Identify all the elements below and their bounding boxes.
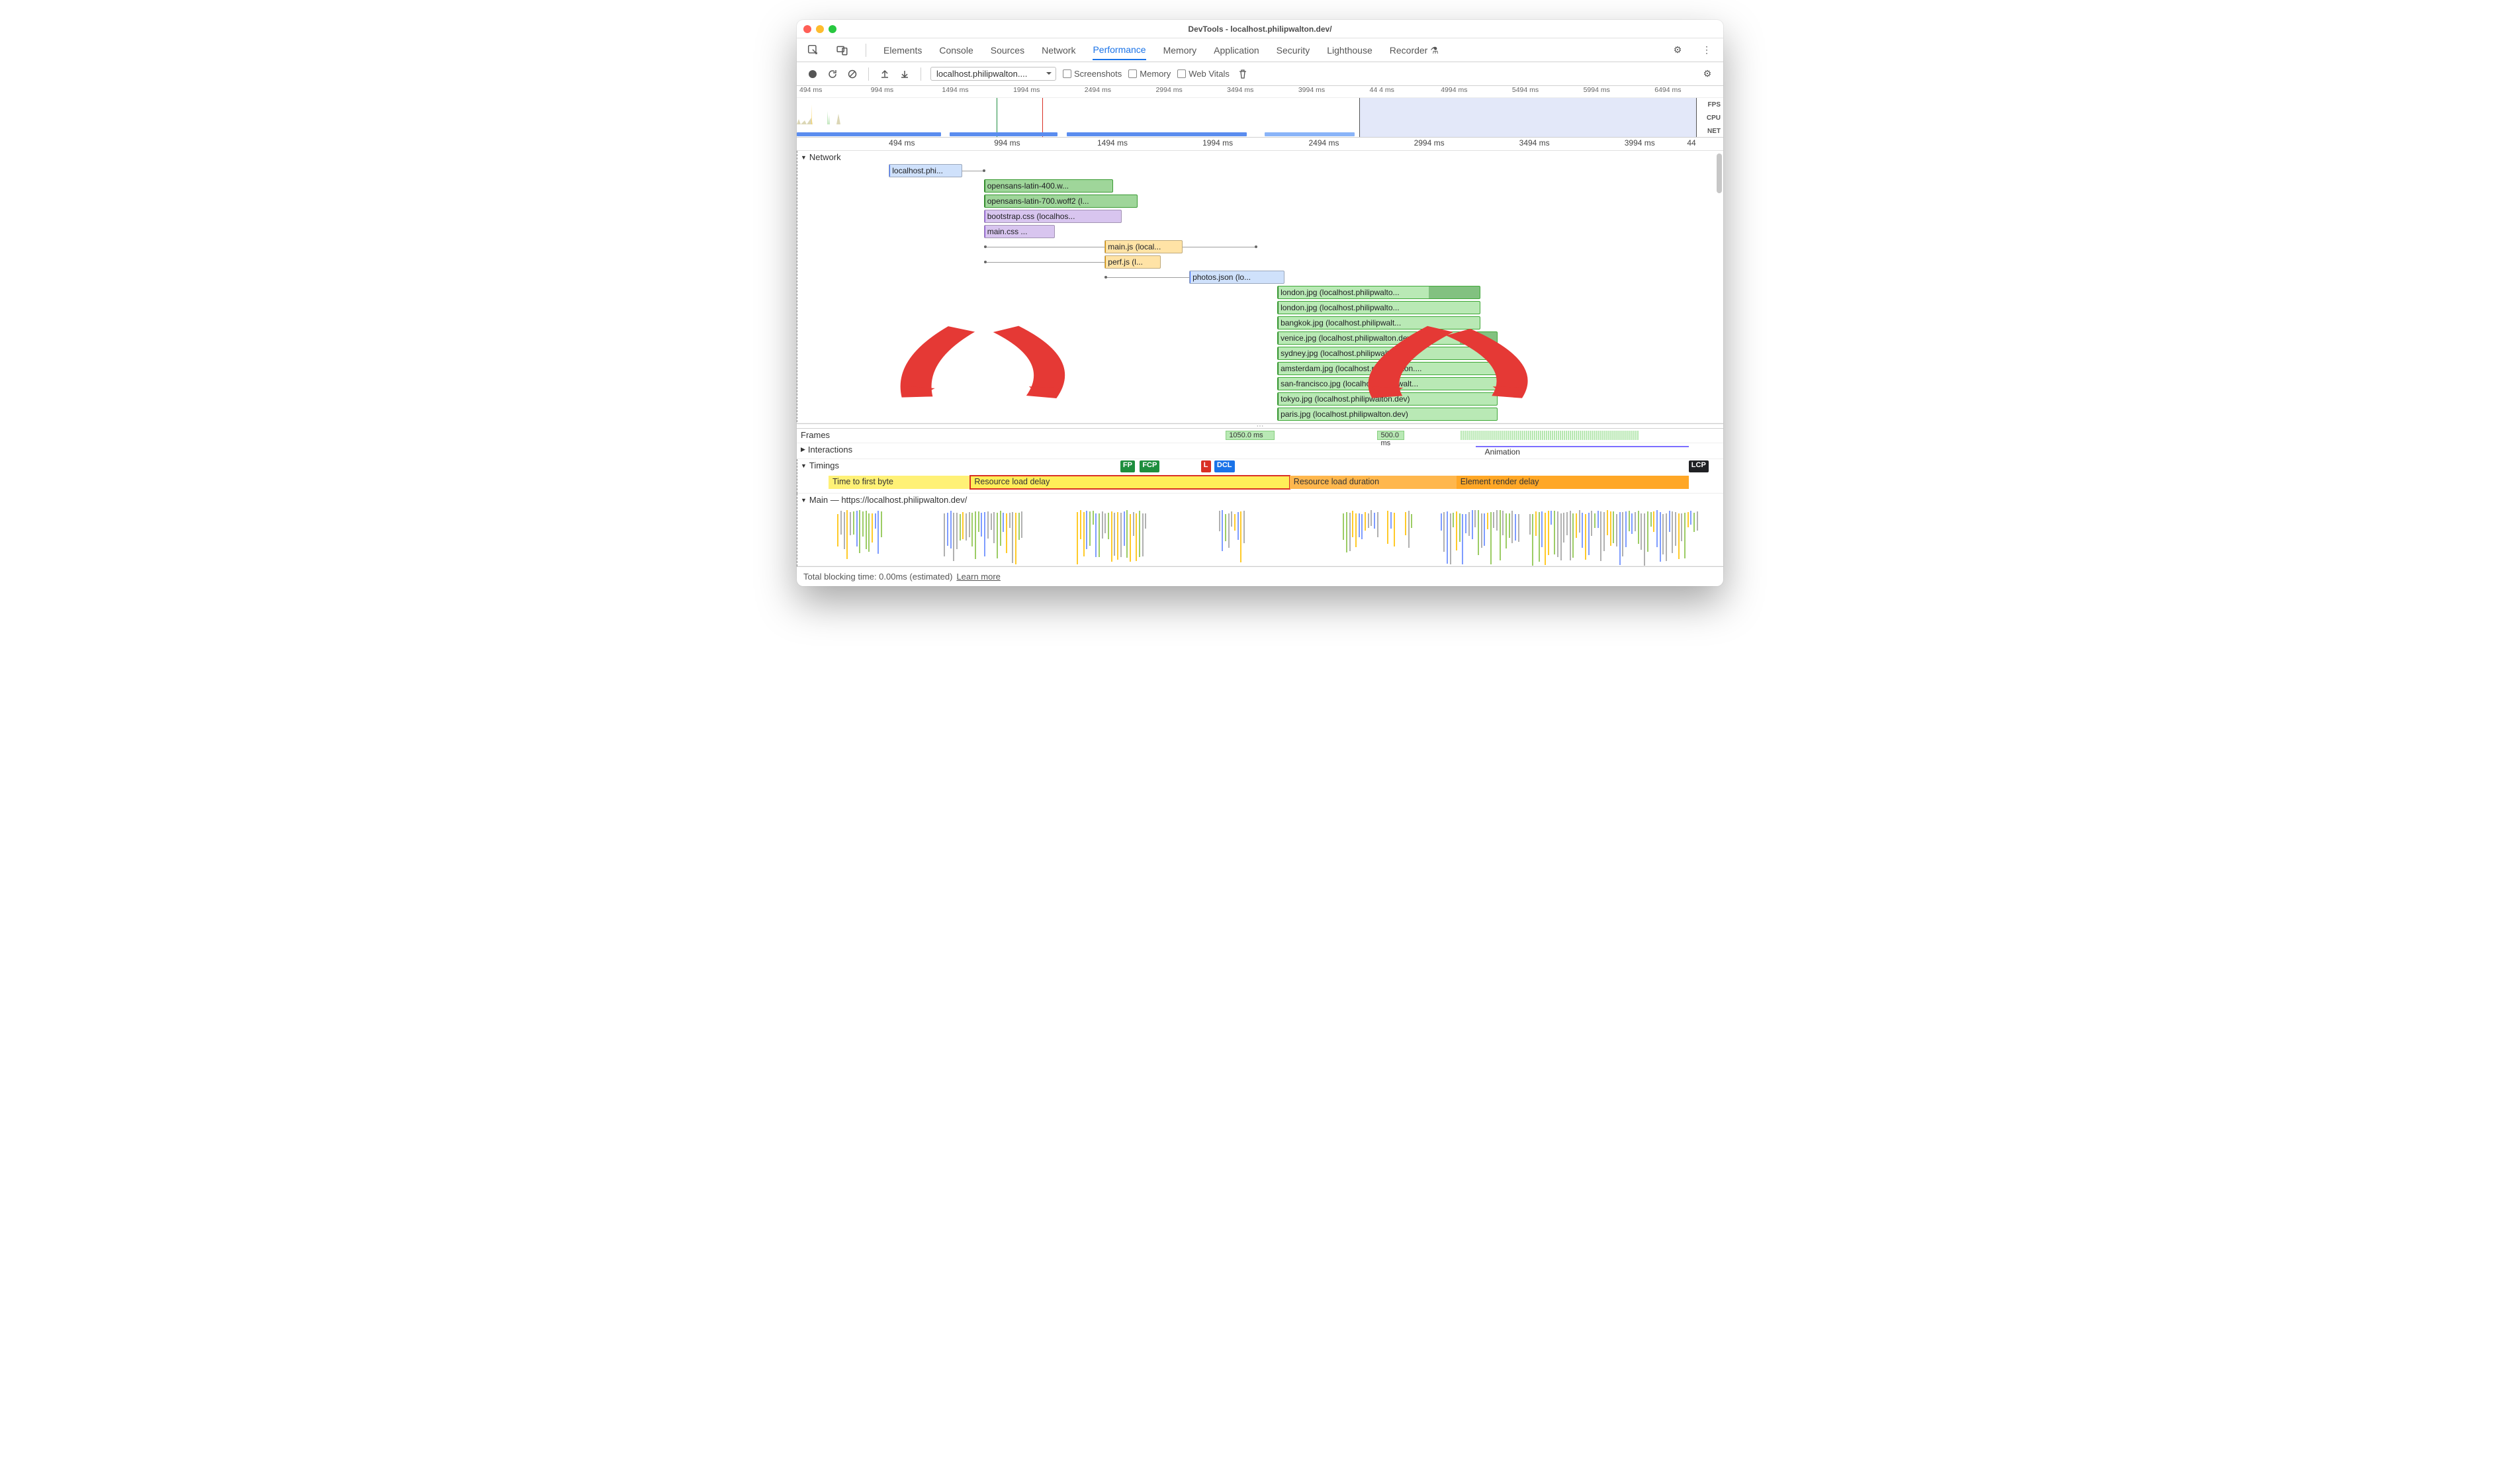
timing-flag-fcp[interactable]: FCP: [1140, 460, 1159, 472]
overview-strip[interactable]: 494 ms994 ms1494 ms1994 ms2494 ms2994 ms…: [797, 86, 1723, 138]
tab-performance[interactable]: Performance: [1093, 40, 1146, 60]
panel-settings-icon[interactable]: ⚙: [1701, 67, 1714, 81]
learn-more-link[interactable]: Learn more: [956, 572, 1000, 582]
network-track[interactable]: ▼Network localhost.phi... opensans-latin-…: [797, 151, 1723, 423]
network-request[interactable]: london.jpg (localhost.philipwalto...: [1277, 301, 1480, 314]
frames-track[interactable]: Frames 1050.0 ms500.0 ms: [797, 429, 1723, 443]
net-label: NET: [1697, 124, 1723, 138]
webvitals-checkbox[interactable]: Web Vitals: [1177, 69, 1230, 79]
network-request[interactable]: bangkok.jpg (localhost.philipwalt...: [1277, 316, 1480, 329]
tab-sources[interactable]: Sources: [991, 40, 1024, 60]
performance-toolbar: localhost.philipwalton.... Screenshots M…: [797, 62, 1723, 86]
timing-flag-l[interactable]: L: [1201, 460, 1211, 472]
network-request[interactable]: opensans-latin-700.woff2 (l...: [984, 195, 1138, 208]
devtools-window: DevTools - localhost.philipwalton.dev/ E…: [797, 20, 1723, 586]
load-profile-button[interactable]: [878, 67, 891, 81]
window-title: DevTools - localhost.philipwalton.dev/: [850, 24, 1670, 34]
memory-checkbox[interactable]: Memory: [1128, 69, 1171, 79]
fps-label: FPS: [1697, 98, 1723, 111]
network-request[interactable]: sydney.jpg (localhost.philipwalton...: [1277, 347, 1488, 360]
tab-elements[interactable]: Elements: [883, 40, 922, 60]
splitter[interactable]: ···: [797, 423, 1723, 429]
zoom-icon[interactable]: [829, 25, 836, 33]
lcp-segment[interactable]: Resource load delay: [970, 476, 1289, 489]
window-traffic-lights[interactable]: [803, 25, 850, 33]
network-request[interactable]: opensans-latin-400.w...: [984, 179, 1114, 193]
network-request[interactable]: amsterdam.jpg (localhost.philipwalton...…: [1277, 362, 1498, 375]
status-footer: Total blocking time: 0.00ms (estimated) …: [797, 566, 1723, 586]
tab-memory[interactable]: Memory: [1163, 40, 1197, 60]
network-request[interactable]: tokyo.jpg (localhost.philipwalton.dev): [1277, 392, 1498, 406]
lcp-segment[interactable]: Element render delay: [1457, 476, 1689, 489]
timing-flag-dcl[interactable]: DCL: [1214, 460, 1235, 472]
scrollbar[interactable]: [1717, 153, 1722, 193]
animation-label: Animation: [1485, 447, 1520, 457]
timings-track[interactable]: ▼Timings FPFCPLDCLLCP Time to first byte…: [797, 459, 1723, 494]
minimize-icon[interactable]: [816, 25, 824, 33]
tab-network[interactable]: Network: [1042, 40, 1075, 60]
inspect-icon[interactable]: [807, 44, 819, 56]
save-profile-button[interactable]: [898, 67, 911, 81]
tab-security[interactable]: Security: [1277, 40, 1310, 60]
overview-net: [797, 132, 1697, 137]
settings-icon[interactable]: ⚙: [1672, 44, 1684, 56]
frame-bar[interactable]: 1050.0 ms: [1226, 431, 1275, 440]
device-toggle-icon[interactable]: [836, 44, 848, 56]
panel-tabs: Elements Console Sources Network Performance…: [797, 38, 1723, 62]
network-request[interactable]: london.jpg (localhost.philipwalto...: [1277, 286, 1480, 299]
close-icon[interactable]: [803, 25, 811, 33]
screenshots-checkbox[interactable]: Screenshots: [1063, 69, 1122, 79]
kebab-menu-icon[interactable]: ⋮: [1701, 44, 1713, 56]
tab-recorder-[interactable]: Recorder ⚗: [1390, 40, 1439, 60]
tab-console[interactable]: Console: [939, 40, 973, 60]
profile-select[interactable]: localhost.philipwalton....: [930, 67, 1056, 81]
record-button[interactable]: [806, 67, 819, 81]
network-request[interactable]: main.css ...: [984, 225, 1055, 238]
reload-record-button[interactable]: [826, 67, 839, 81]
network-request[interactable]: san-francisco.jpg (localhost.philipwalt.…: [1277, 377, 1498, 390]
network-request[interactable]: main.js (local...: [1104, 240, 1182, 253]
frames-strip: [1461, 431, 1715, 440]
main-thread-track[interactable]: ▼Main — https://localhost.philipwalton.d…: [797, 494, 1723, 566]
tab-lighthouse[interactable]: Lighthouse: [1327, 40, 1372, 60]
clear-button[interactable]: [846, 67, 859, 81]
timeline-ruler[interactable]: 494 ms994 ms1494 ms1994 ms2494 ms2994 ms…: [797, 138, 1723, 151]
total-blocking-time: Total blocking time: 0.00ms (estimated): [803, 572, 952, 582]
garbage-collect-button[interactable]: [1236, 67, 1249, 81]
network-request[interactable]: bootstrap.css (localhos...: [984, 210, 1122, 223]
network-request[interactable]: localhost.phi...: [889, 164, 962, 177]
network-header[interactable]: ▼Network: [797, 151, 1723, 163]
network-request[interactable]: perf.js (l...: [1104, 255, 1161, 269]
timing-flag-lcp[interactable]: LCP: [1689, 460, 1709, 472]
network-request[interactable]: venice.jpg (localhost.philipwalton.dev): [1277, 331, 1498, 345]
tab-application[interactable]: Application: [1214, 40, 1259, 60]
lcp-segment[interactable]: Resource load duration: [1290, 476, 1457, 489]
frame-bar[interactable]: 500.0 ms: [1377, 431, 1404, 440]
network-request[interactable]: paris.jpg (localhost.philipwalton.dev): [1277, 408, 1498, 421]
window-titlebar: DevTools - localhost.philipwalton.dev/: [797, 20, 1723, 38]
lcp-segment[interactable]: Time to first byte: [829, 476, 970, 489]
interactions-track[interactable]: ▶Interactions Animation: [797, 443, 1723, 459]
tracks-area[interactable]: ▼Network localhost.phi... opensans-latin-…: [797, 151, 1723, 566]
timing-flag-fp[interactable]: FP: [1120, 460, 1135, 472]
network-request[interactable]: photos.json (lo...: [1189, 271, 1284, 284]
cpu-label: CPU: [1697, 111, 1723, 124]
